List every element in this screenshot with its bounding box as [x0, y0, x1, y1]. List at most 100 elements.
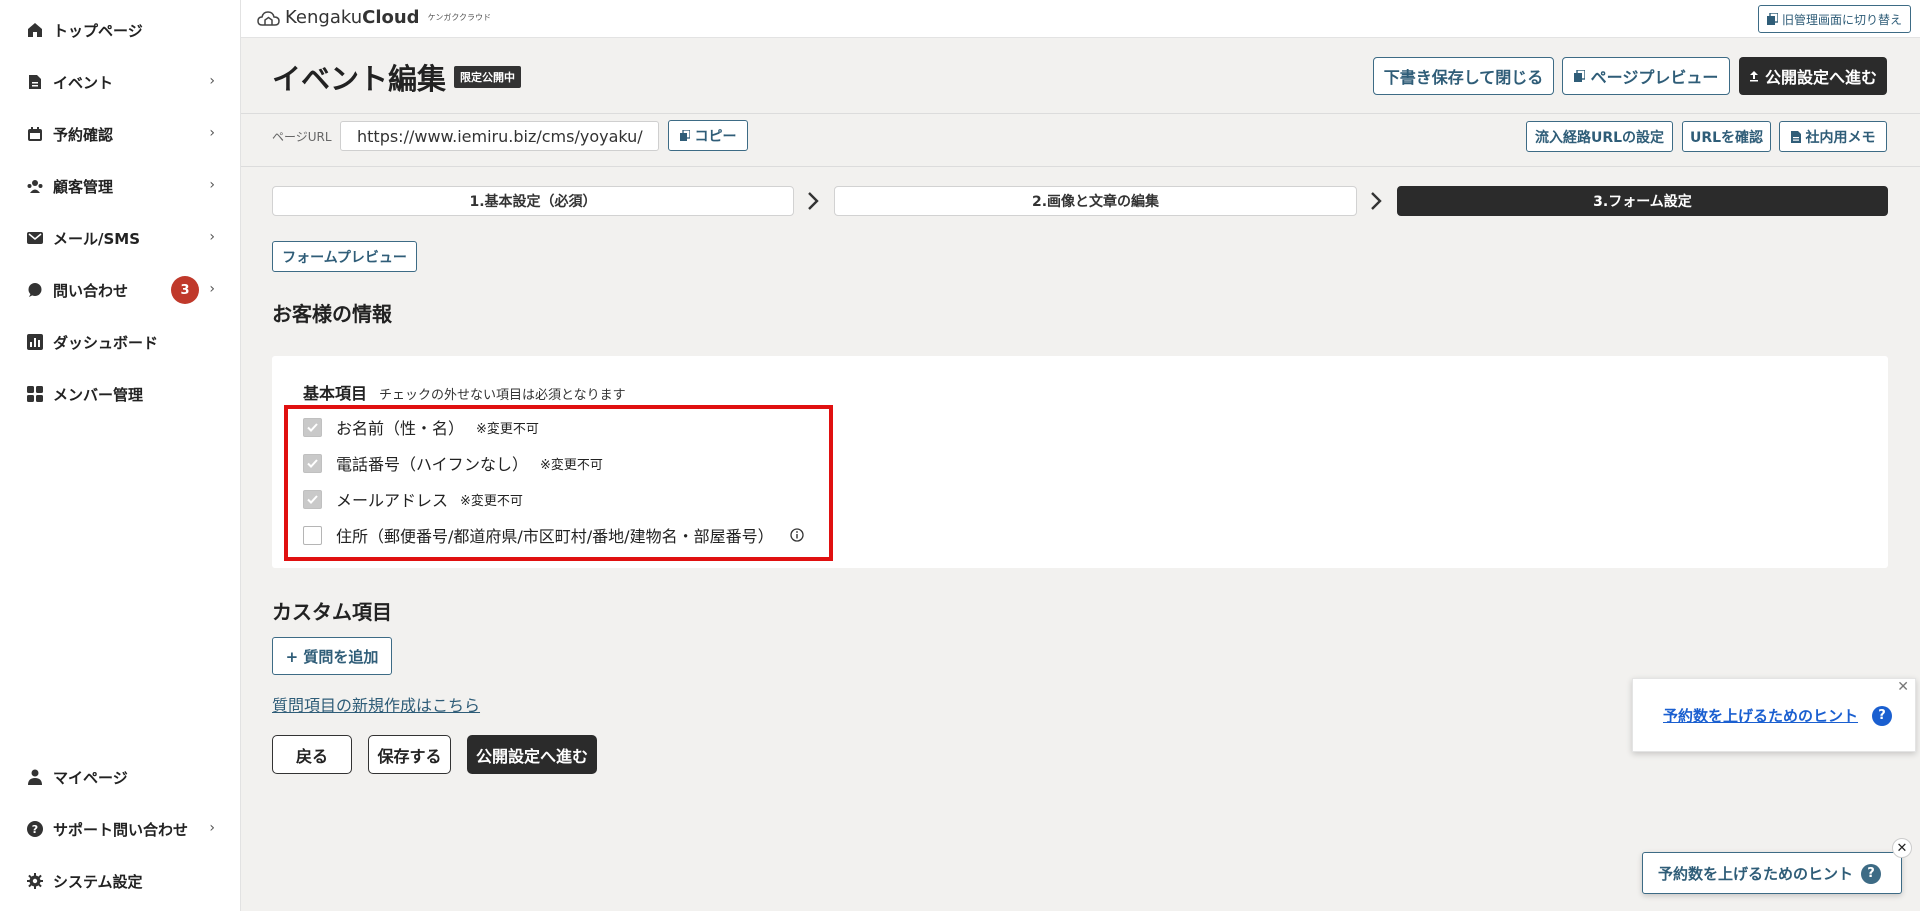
logo-text-regular: Kengaku — [285, 7, 363, 28]
sidebar-item-label: システム設定 — [53, 872, 143, 891]
step-image-text[interactable]: 2.画像と文章の編集 — [834, 186, 1357, 216]
sidebar-item-label: メンバー管理 — [53, 385, 144, 404]
sidebar-item-event[interactable]: イベント › — [0, 60, 241, 104]
sidebar-item-customers[interactable]: 顧客管理 › — [0, 164, 241, 208]
field-note: ※変更不可 — [540, 457, 603, 473]
sidebar: トップページ イベント › 予約確認 › 顧客管理 › メール/SMS › 問い… — [0, 0, 241, 911]
sidebar-item-members[interactable]: メンバー管理 — [0, 372, 241, 416]
sidebar-item-mail-sms[interactable]: メール/SMS › — [0, 216, 241, 260]
hint-button[interactable]: 予約数を上げるためのヒント ? — [1642, 852, 1902, 894]
memo-icon — [1790, 130, 1801, 143]
phone-checkbox[interactable] — [303, 453, 322, 473]
check-icon — [307, 458, 318, 468]
sidebar-item-dashboard[interactable]: ダッシュボード — [0, 320, 241, 364]
switch-old-admin-label: 旧管理画面に切り替え — [1781, 12, 1902, 27]
top-bar: Kengaku Cloud ケンガククラウド 旧管理画面に切り替え — [241, 0, 1920, 38]
chart-icon — [26, 333, 44, 351]
sidebar-item-label: サポート問い合わせ — [53, 820, 189, 839]
inflow-url-settings-button[interactable]: 流入経路URLの設定 — [1526, 121, 1673, 152]
field-row-phone: 電話番号（ハイフンなし） ※変更不可 — [303, 451, 603, 475]
draft-save-close-button[interactable]: 下書き保存して閉じる — [1373, 57, 1554, 95]
save-label: 保存する — [377, 746, 442, 766]
cloud-home-icon — [257, 10, 280, 26]
email-checkbox[interactable] — [303, 489, 322, 509]
page-url-field[interactable]: https://www.iemiru.biz/cms/yoyaku/ — [340, 121, 659, 151]
basic-fields-header: 基本項目 チェックの外せない項目は必須となります — [303, 380, 626, 404]
check-icon — [307, 494, 318, 504]
footer-publish-label: 公開設定へ進む — [475, 746, 588, 766]
sidebar-item-mypage[interactable]: マイページ — [0, 755, 241, 799]
field-label: 電話番号（ハイフンなし） — [336, 455, 529, 474]
draft-save-close-label: 下書き保存して閉じる — [1383, 68, 1544, 87]
field-note: ※変更不可 — [460, 493, 523, 509]
copy-label: コピー — [694, 128, 737, 145]
add-question-button[interactable]: + 質問を追加 — [272, 637, 392, 675]
copy-button[interactable]: コピー — [668, 120, 748, 151]
step-basic-settings[interactable]: 1.基本設定（必須） — [272, 186, 794, 216]
help-icon: ? — [26, 820, 44, 838]
back-button[interactable]: 戻る — [272, 735, 352, 774]
question-icon: ? — [1872, 705, 1893, 726]
custom-fields-title: カスタム項目 — [272, 600, 392, 624]
sidebar-item-system-settings[interactable]: システム設定 — [0, 859, 241, 903]
switch-old-admin-button[interactable]: 旧管理画面に切り替え — [1757, 5, 1911, 33]
upload-icon — [1749, 71, 1758, 82]
new-question-link[interactable]: 質問項目の新規作成はこちら — [272, 692, 480, 716]
internal-memo-button[interactable]: 社内用メモ — [1779, 121, 1887, 152]
check-icon — [307, 422, 318, 432]
publish-settings-button[interactable]: 公開設定へ進む — [1739, 57, 1887, 95]
check-url-button[interactable]: URLを確認 — [1682, 121, 1771, 152]
gear-icon — [26, 872, 44, 890]
page-title: イベント編集 — [272, 62, 447, 96]
hint-popup: ✕ 予約数を上げるためのヒント ? — [1632, 678, 1916, 752]
address-checkbox[interactable] — [303, 525, 322, 545]
page-preview-label: ページプレビュー — [1590, 68, 1719, 87]
step-form-settings[interactable]: 3.フォーム設定 — [1397, 186, 1888, 216]
field-label: 住所（郵便番号/都道府県/市区町村/番地/建物名・部屋番号） — [336, 527, 774, 546]
footer-publish-button[interactable]: 公開設定へ進む — [467, 735, 597, 774]
sidebar-item-top-page[interactable]: トップページ — [0, 8, 241, 52]
field-label: お名前（性・名） — [336, 419, 465, 438]
sidebar-item-label: イベント — [53, 73, 114, 92]
calendar-icon — [26, 125, 44, 143]
close-hint-icon[interactable]: ✕ — [1892, 838, 1912, 858]
field-label: メールアドレス — [336, 491, 449, 510]
sidebar-item-label: 予約確認 — [53, 125, 114, 144]
logo-kana: ケンガククラウド — [427, 13, 492, 22]
logo-text-bold: Cloud — [362, 7, 420, 28]
question-icon: ? — [1861, 863, 1882, 884]
field-row-address: 住所（郵便番号/都道府県/市区町村/番地/建物名・部屋番号） — [303, 523, 804, 547]
inflow-url-label: 流入経路URLの設定 — [1534, 129, 1665, 146]
hint-button-label: 予約数を上げるためのヒント — [1658, 865, 1854, 883]
customers-icon — [26, 177, 44, 195]
chevron-right-icon: › — [209, 820, 215, 836]
divider — [241, 113, 1920, 114]
save-button[interactable]: 保存する — [368, 735, 451, 774]
field-note: ※変更不可 — [476, 421, 539, 437]
user-icon — [26, 768, 44, 786]
document-icon — [26, 73, 44, 91]
mail-icon — [26, 229, 44, 247]
step-arrow-icon — [803, 186, 823, 216]
step-label: 3.フォーム設定 — [1593, 194, 1692, 210]
page-preview-button[interactable]: ページプレビュー — [1562, 57, 1730, 95]
home-icon — [26, 21, 44, 39]
copy-icon — [679, 130, 690, 141]
sidebar-item-reservations[interactable]: 予約確認 › — [0, 112, 241, 156]
hint-popup-link[interactable]: 予約数を上げるためのヒント — [1663, 705, 1858, 726]
sidebar-item-label: ダッシュボード — [53, 333, 159, 352]
chevron-right-icon: › — [209, 229, 215, 245]
customer-info-title: お客様の情報 — [272, 302, 392, 326]
sidebar-item-inquiries[interactable]: 問い合わせ 3 › — [0, 268, 241, 312]
preview-icon — [1573, 70, 1585, 82]
name-checkbox[interactable] — [303, 417, 322, 437]
close-icon[interactable]: ✕ — [1897, 679, 1909, 695]
step-arrow-icon — [1366, 186, 1386, 216]
sidebar-item-support[interactable]: ? サポート問い合わせ › — [0, 807, 241, 851]
info-icon[interactable] — [789, 528, 804, 542]
form-preview-button[interactable]: フォームプレビュー — [272, 241, 417, 272]
sidebar-item-label: メール/SMS — [53, 229, 141, 248]
app-logo: Kengaku Cloud ケンガククラウド — [257, 7, 491, 28]
form-preview-label: フォームプレビュー — [282, 249, 407, 266]
chevron-right-icon: › — [209, 281, 215, 297]
